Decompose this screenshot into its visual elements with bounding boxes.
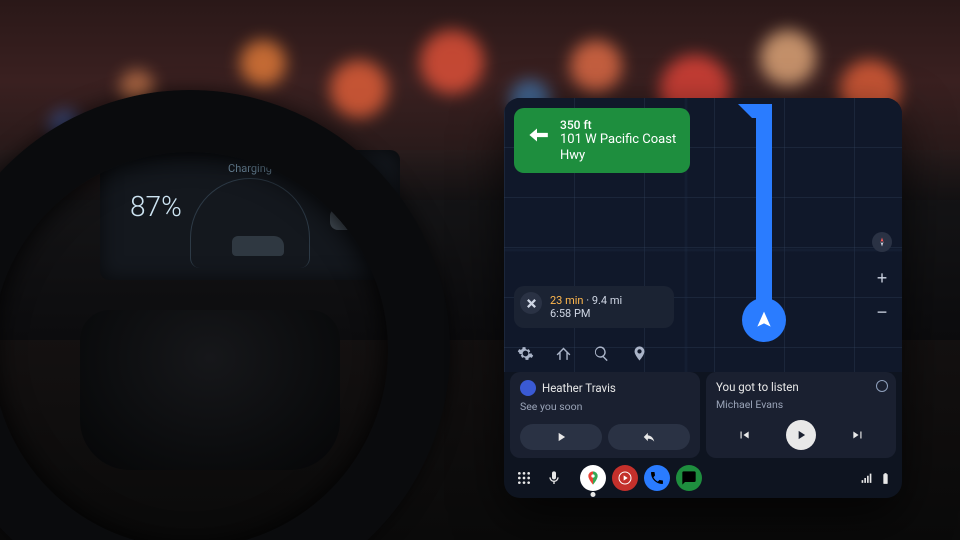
media-artist: Michael Evans	[716, 398, 886, 411]
signal-icon	[860, 472, 873, 485]
eta-arrival: 6:58 PM	[550, 307, 662, 320]
messages-app-icon[interactable]	[676, 465, 702, 491]
pin-icon[interactable]	[628, 342, 650, 364]
eta-card[interactable]: 23 min · 9.4 mi 6:58 PM	[514, 286, 674, 328]
media-card[interactable]: You got to listen Michael Evans	[706, 372, 896, 458]
media-source-icon	[876, 380, 888, 392]
zoom-out-button[interactable]: −	[870, 300, 894, 324]
voice-assistant-icon[interactable]	[544, 468, 564, 488]
map[interactable]: 350 ft 101 W Pacific Coast Hwy 23 min · …	[504, 98, 902, 372]
media-track: You got to listen	[716, 380, 799, 394]
message-preview: See you soon	[520, 400, 690, 413]
eta-duration: 23 min	[550, 294, 584, 307]
turn-card[interactable]: 350 ft 101 W Pacific Coast Hwy	[514, 108, 690, 173]
compass-icon[interactable]	[872, 232, 892, 252]
message-sender: Heather Travis	[542, 381, 616, 395]
eta-distance: 9.4 mi	[592, 294, 622, 307]
app-launcher-icon[interactable]	[514, 468, 534, 488]
battery-icon	[879, 472, 892, 485]
next-track-button[interactable]	[844, 421, 872, 449]
route-line	[756, 104, 772, 328]
map-toolbar	[514, 342, 650, 364]
message-card[interactable]: Heather Travis See you soon	[510, 372, 700, 458]
alt-routes-icon[interactable]	[552, 342, 574, 364]
avatar	[520, 380, 536, 396]
play-pause-button[interactable]	[786, 420, 816, 450]
search-icon[interactable]	[590, 342, 612, 364]
steering-wheel-hub	[80, 310, 340, 470]
close-icon[interactable]	[520, 292, 542, 314]
android-auto-screen: 350 ft 101 W Pacific Coast Hwy 23 min · …	[504, 98, 902, 498]
settings-icon[interactable]	[514, 342, 536, 364]
youtube-music-app-icon[interactable]	[612, 465, 638, 491]
play-message-button[interactable]	[520, 424, 602, 450]
turn-distance: 350 ft	[560, 118, 680, 132]
maps-app-icon[interactable]	[580, 465, 606, 491]
turn-left-icon	[524, 122, 550, 148]
zoom-controls: + −	[870, 266, 894, 324]
reply-button[interactable]	[608, 424, 690, 450]
previous-track-button[interactable]	[730, 421, 758, 449]
zoom-in-button[interactable]: +	[870, 266, 894, 290]
turn-road: 101 W Pacific Coast Hwy	[560, 132, 680, 163]
current-location-icon	[742, 298, 786, 342]
system-bar	[504, 458, 902, 498]
phone-app-icon[interactable]	[644, 465, 670, 491]
